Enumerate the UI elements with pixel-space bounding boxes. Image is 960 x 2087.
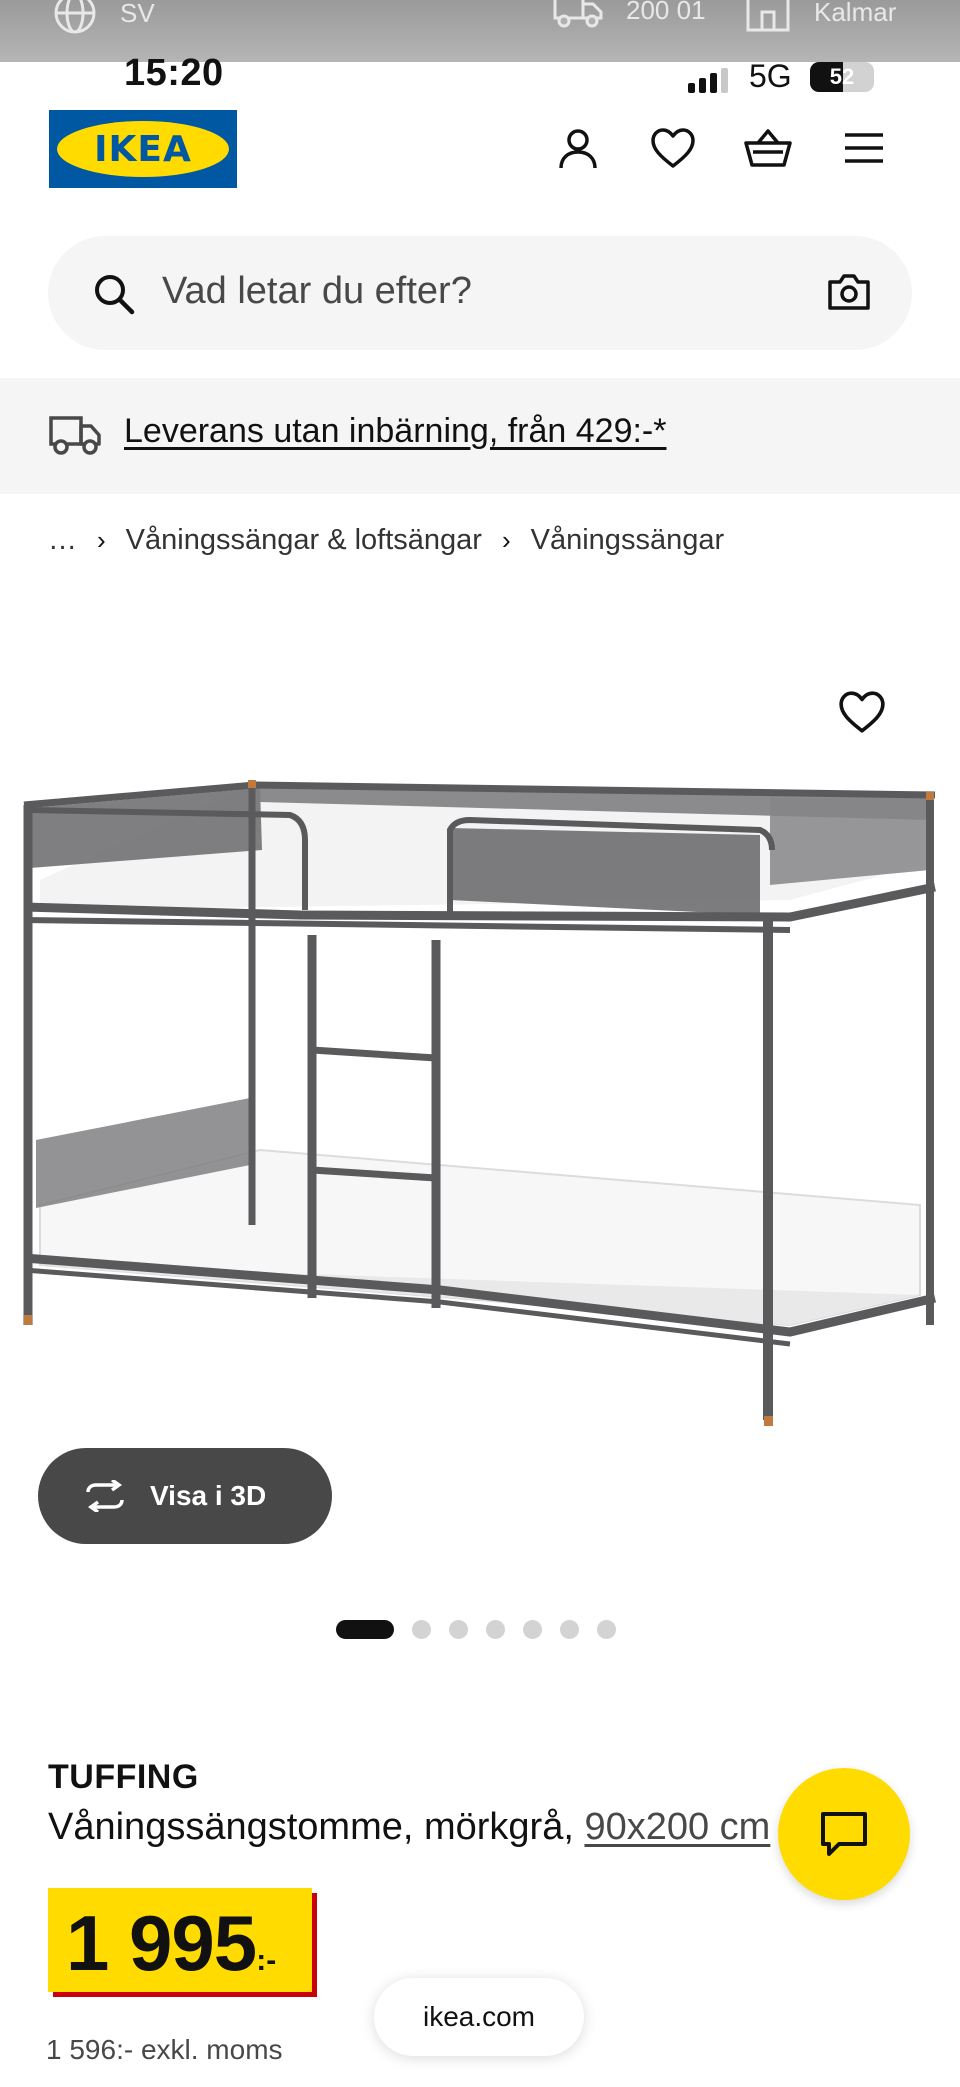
signal-icon <box>688 68 728 93</box>
price-suffix: :- <box>256 1944 277 1977</box>
product-favourite-button[interactable] <box>838 690 886 739</box>
search-bar[interactable]: Vad letar du efter? <box>48 236 912 350</box>
postcode-selector[interactable]: 200 01 <box>552 0 706 30</box>
basket-button[interactable] <box>740 120 796 176</box>
chevron-right-icon: › <box>97 525 106 555</box>
heart-icon <box>839 691 885 733</box>
battery-percent: 52 <box>829 64 855 89</box>
account-button[interactable] <box>550 120 606 176</box>
delivery-banner: Leverans utan inbärning, från 429:-* <box>0 378 960 494</box>
status-time: 15:20 <box>124 52 224 94</box>
search-input[interactable]: Vad letar du efter? <box>162 270 472 313</box>
postcode-label: 200 01 <box>626 0 706 25</box>
carousel-dot[interactable] <box>560 1620 579 1639</box>
search-icon <box>95 275 135 315</box>
menu-icon <box>845 133 883 163</box>
price-ex-vat: 1 596:- exkl. moms <box>46 2034 283 2065</box>
store-selector[interactable]: Kalmar <box>744 0 896 34</box>
breadcrumb-ellipsis[interactable]: … <box>48 524 77 557</box>
store-label: Kalmar <box>814 0 897 27</box>
chat-icon <box>821 1812 867 1856</box>
bunk-bed-illustration <box>23 780 937 1426</box>
heart-icon <box>651 128 695 168</box>
language-selector[interactable]: SV <box>52 0 155 36</box>
carousel-dot[interactable] <box>486 1620 505 1639</box>
delivery-truck-icon <box>553 0 603 28</box>
globe-icon <box>54 0 96 34</box>
price-value: 1 995 <box>66 1899 257 1987</box>
carousel-dot[interactable] <box>412 1620 431 1639</box>
menu-button[interactable] <box>836 120 892 176</box>
logo-text: IKEA <box>94 128 192 170</box>
rotate-3d-icon <box>86 1480 124 1512</box>
ikea-logo[interactable]: IKEA <box>49 110 237 188</box>
carousel-dot[interactable] <box>336 1620 394 1639</box>
favourites-button[interactable] <box>645 120 701 176</box>
language-label: SV <box>120 0 155 28</box>
basket-icon <box>744 129 792 167</box>
logo-oval: IKEA <box>57 121 229 177</box>
chat-button[interactable] <box>778 1768 910 1900</box>
chevron-right-icon: › <box>501 525 511 555</box>
product-image[interactable] <box>0 580 960 1460</box>
carousel-dot[interactable] <box>597 1620 616 1639</box>
user-icon <box>559 129 597 169</box>
carousel-indicator[interactable] <box>336 1620 616 1639</box>
product-size-link[interactable]: 90x200 cm <box>584 1806 770 1848</box>
truck-icon <box>49 416 101 455</box>
product-description-text: Våningssängstomme, mörkgrå, <box>48 1806 585 1848</box>
carousel-dot[interactable] <box>523 1620 542 1639</box>
battery-icon: 52 <box>810 62 874 92</box>
carousel-dot[interactable] <box>449 1620 468 1639</box>
view-in-3d-label: Visa i 3D <box>150 1480 267 1511</box>
camera-icon[interactable] <box>826 272 872 312</box>
store-icon <box>746 0 790 32</box>
browser-url-bar[interactable]: ikea.com <box>374 1978 584 2056</box>
breadcrumb: … › Våningssängar & loftsängar › Vånings… <box>48 524 724 557</box>
breadcrumb-item[interactable]: Våningssängar & loftsängar <box>126 524 482 557</box>
view-in-3d-button[interactable]: Visa i 3D <box>38 1448 332 1544</box>
price-tag: 1 995 :- <box>48 1888 312 1992</box>
breadcrumb-item[interactable]: Våningssängar <box>531 524 724 557</box>
product-name: TUFFING <box>48 1758 199 1796</box>
network-label: 5G <box>749 58 792 94</box>
product-description: Våningssängstomme, mörkgrå, 90x200 cm <box>48 1806 770 1849</box>
delivery-banner-link[interactable]: Leverans utan inbärning, från 429:-* <box>124 412 666 451</box>
